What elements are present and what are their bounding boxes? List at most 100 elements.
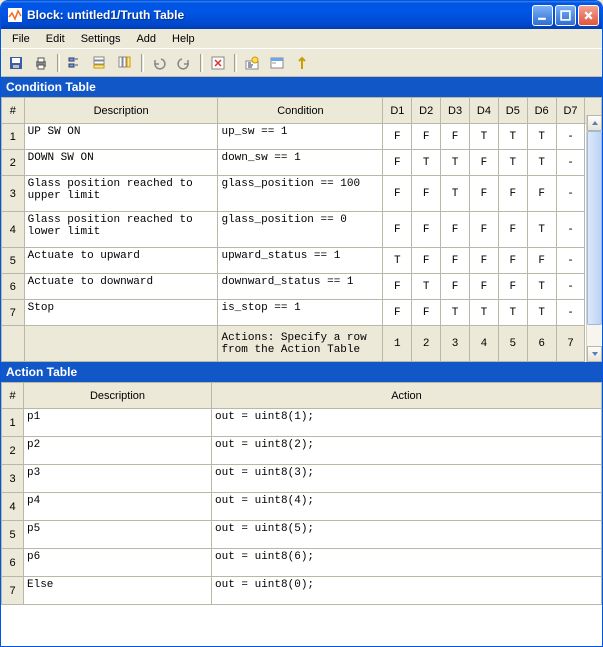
edit-data-icon[interactable] [64, 52, 86, 74]
row-number[interactable]: 6 [2, 549, 24, 577]
col-d4[interactable]: D4 [470, 98, 499, 124]
cell-decision[interactable]: F [441, 274, 470, 300]
cell-decision[interactable]: - [556, 176, 585, 212]
cell-decision[interactable]: F [470, 248, 499, 274]
cell-decision[interactable]: F [412, 248, 441, 274]
cell-description[interactable]: UP SW ON [24, 124, 218, 150]
col-d7[interactable]: D7 [556, 98, 585, 124]
undo-icon[interactable] [148, 52, 170, 74]
cell-decision[interactable]: T [498, 150, 527, 176]
cell-decision[interactable]: F [441, 124, 470, 150]
cell-decision[interactable]: F [383, 212, 412, 248]
cell-decision[interactable]: F [383, 300, 412, 326]
cell-condition[interactable]: up_sw == 1 [218, 124, 383, 150]
cell-action[interactable]: out = uint8(6); [212, 549, 602, 577]
cell-condition[interactable]: down_sw == 1 [218, 150, 383, 176]
cell-description[interactable]: p5 [24, 521, 212, 549]
cell-decision[interactable]: T [498, 300, 527, 326]
cell-decision[interactable]: F [498, 212, 527, 248]
cell-description[interactable]: p3 [24, 465, 212, 493]
col-d6[interactable]: D6 [527, 98, 556, 124]
cell-decision[interactable]: F [412, 212, 441, 248]
cell-description[interactable]: p6 [24, 549, 212, 577]
cell-action[interactable]: out = uint8(4); [212, 493, 602, 521]
cell-decision[interactable]: F [383, 274, 412, 300]
cell-decision[interactable]: T [498, 124, 527, 150]
col-num[interactable]: # [2, 383, 24, 409]
row-number[interactable]: 5 [2, 248, 25, 274]
build-icon[interactable] [241, 52, 263, 74]
cell-decision[interactable]: F [498, 274, 527, 300]
cell-decision[interactable]: T [527, 300, 556, 326]
explorer-icon[interactable] [266, 52, 288, 74]
cell-condition[interactable]: glass_position == 100 [218, 176, 383, 212]
cell-decision[interactable]: F [412, 300, 441, 326]
row-number[interactable]: 7 [2, 577, 24, 605]
scroll-down-icon[interactable] [587, 346, 602, 362]
col-d5[interactable]: D5 [498, 98, 527, 124]
cell-description[interactable]: Actuate to downward [24, 274, 218, 300]
cell-condition[interactable]: upward_status == 1 [218, 248, 383, 274]
cell-decision[interactable]: F [383, 176, 412, 212]
cell-action[interactable]: out = uint8(2); [212, 437, 602, 465]
append-row-icon[interactable] [89, 52, 111, 74]
cell-action[interactable]: out = uint8(3); [212, 465, 602, 493]
cell-decision[interactable]: T [470, 124, 499, 150]
cell-condition[interactable]: is_stop == 1 [218, 300, 383, 326]
menu-add[interactable]: Add [129, 31, 163, 47]
scroll-up-icon[interactable] [587, 115, 602, 131]
row-number[interactable]: 1 [2, 409, 24, 437]
row-number[interactable]: 1 [2, 124, 25, 150]
cell-action-ref[interactable]: 4 [470, 326, 499, 362]
col-num[interactable]: # [2, 98, 25, 124]
cell-decision[interactable]: T [412, 150, 441, 176]
cell-action[interactable]: out = uint8(5); [212, 521, 602, 549]
redo-icon[interactable] [173, 52, 195, 74]
cell-decision[interactable]: F [527, 176, 556, 212]
cell-decision[interactable]: F [441, 248, 470, 274]
cell-action-ref[interactable]: 7 [556, 326, 585, 362]
cell-decision[interactable]: F [441, 212, 470, 248]
cell-decision[interactable]: - [556, 124, 585, 150]
cell-decision[interactable]: F [383, 124, 412, 150]
cell-decision[interactable]: F [498, 176, 527, 212]
cell-decision[interactable]: F [383, 150, 412, 176]
cell-action-ref[interactable]: 5 [498, 326, 527, 362]
row-number[interactable]: 7 [2, 300, 25, 326]
cell-action-ref[interactable]: 2 [412, 326, 441, 362]
titlebar[interactable]: Block: untitled1/Truth Table [1, 1, 602, 29]
condition-scrollbar[interactable] [586, 115, 602, 362]
cell-decision[interactable]: F [470, 176, 499, 212]
go-to-diagram-icon[interactable] [291, 52, 313, 74]
cell-decision[interactable]: F [470, 212, 499, 248]
cell-decision[interactable]: F [527, 248, 556, 274]
cell-decision[interactable]: T [527, 150, 556, 176]
cell-decision[interactable]: - [556, 150, 585, 176]
cell-decision[interactable]: T [412, 274, 441, 300]
cell-description[interactable]: Else [24, 577, 212, 605]
cell-action-ref[interactable]: 1 [383, 326, 412, 362]
row-number[interactable]: 6 [2, 274, 25, 300]
cell-decision[interactable]: - [556, 274, 585, 300]
append-column-icon[interactable] [114, 52, 136, 74]
cell-description[interactable]: p2 [24, 437, 212, 465]
col-condition[interactable]: Condition [218, 98, 383, 124]
cell-decision[interactable]: - [556, 248, 585, 274]
cell-decision[interactable]: F [470, 274, 499, 300]
col-description[interactable]: Description [24, 383, 212, 409]
menu-help[interactable]: Help [165, 31, 202, 47]
cell-description[interactable]: Stop [24, 300, 218, 326]
cell-action-ref[interactable]: 3 [441, 326, 470, 362]
col-d1[interactable]: D1 [383, 98, 412, 124]
close-button[interactable] [578, 5, 599, 26]
maximize-button[interactable] [555, 5, 576, 26]
cell-decision[interactable]: - [556, 212, 585, 248]
cell-decision[interactable]: T [527, 274, 556, 300]
menu-settings[interactable]: Settings [74, 31, 128, 47]
cell-decision[interactable]: T [383, 248, 412, 274]
row-number[interactable]: 3 [2, 465, 24, 493]
cell-action[interactable]: out = uint8(0); [212, 577, 602, 605]
col-action[interactable]: Action [212, 383, 602, 409]
cell-condition[interactable]: glass_position == 0 [218, 212, 383, 248]
menu-edit[interactable]: Edit [39, 31, 72, 47]
